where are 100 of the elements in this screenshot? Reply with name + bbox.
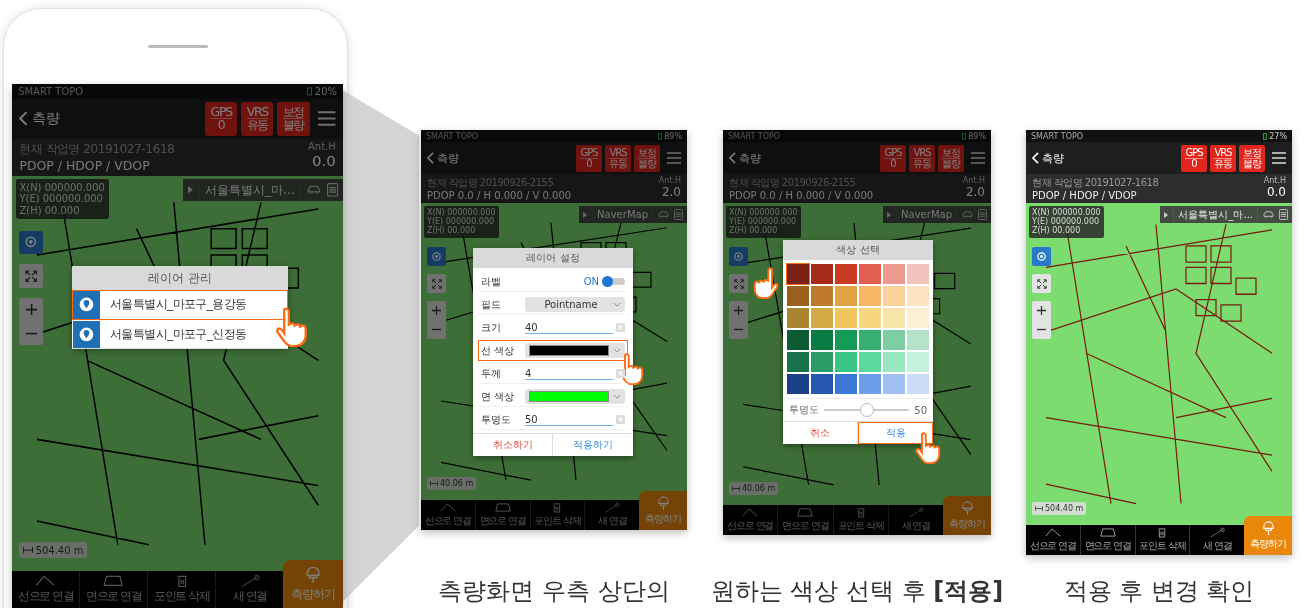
- color-swatch[interactable]: [907, 352, 929, 372]
- color-swatch[interactable]: [787, 286, 809, 306]
- color-swatch[interactable]: [811, 308, 833, 328]
- apply-button[interactable]: 적용: [858, 422, 933, 444]
- locate-button[interactable]: [427, 247, 446, 266]
- apply-button[interactable]: 적용하기: [553, 434, 633, 456]
- color-swatch[interactable]: [835, 308, 857, 328]
- color-swatch[interactable]: [883, 374, 905, 394]
- list-icon[interactable]: [674, 209, 683, 220]
- color-swatch[interactable]: [883, 352, 905, 372]
- color-swatch[interactable]: [883, 330, 905, 350]
- layer-item[interactable]: 서울특별시_마포구_용강동: [71, 290, 289, 320]
- color-swatch[interactable]: [811, 264, 833, 284]
- dropdown[interactable]: Pointname: [525, 297, 625, 312]
- clear-icon[interactable]: [616, 323, 625, 332]
- layer-bar[interactable]: 서울특별시_마...: [182, 179, 344, 201]
- slider-thumb[interactable]: [859, 403, 874, 417]
- tool-button[interactable]: 포인트 삭제: [148, 570, 217, 608]
- color-swatch[interactable]: [907, 286, 929, 306]
- color-swatch[interactable]: [787, 308, 809, 328]
- tool-button[interactable]: 포인트 삭제: [530, 500, 586, 530]
- color-swatch[interactable]: [811, 352, 833, 372]
- color-swatch[interactable]: [787, 330, 809, 350]
- layer-item[interactable]: 서울특별시_마포구_신정동: [71, 319, 289, 349]
- color-swatch[interactable]: [907, 308, 929, 328]
- color-swatch[interactable]: [859, 374, 881, 394]
- cancel-button[interactable]: 취소: [783, 422, 858, 444]
- toggle-switch[interactable]: [603, 278, 625, 285]
- car-icon[interactable]: [1263, 210, 1274, 219]
- layer-name[interactable]: NaverMap: [896, 209, 957, 220]
- color-swatch[interactable]: [907, 264, 929, 284]
- measure-button[interactable]: 측량하기: [283, 559, 344, 608]
- color-swatch[interactable]: [835, 286, 857, 306]
- color-swatch[interactable]: [787, 352, 809, 372]
- color-dropdown[interactable]: [525, 343, 625, 358]
- list-icon[interactable]: [327, 183, 339, 197]
- color-swatch[interactable]: [811, 374, 833, 394]
- locate-button[interactable]: [1032, 247, 1051, 266]
- layer-name[interactable]: 서울특별시_마...: [1173, 207, 1258, 222]
- car-icon[interactable]: [962, 210, 973, 219]
- color-swatch[interactable]: [883, 286, 905, 306]
- layer-name[interactable]: 서울특별시_마...: [198, 181, 301, 199]
- tool-button[interactable]: 선으로 연결: [723, 505, 779, 535]
- tool-button[interactable]: 면으로 연결: [1080, 525, 1136, 555]
- color-swatch[interactable]: [835, 352, 857, 372]
- color-dropdown[interactable]: [525, 389, 625, 404]
- color-swatch[interactable]: [787, 374, 809, 394]
- color-swatch[interactable]: [883, 264, 905, 284]
- color-swatch[interactable]: [859, 264, 881, 284]
- back-button[interactable]: 측량: [427, 150, 459, 166]
- color-swatch[interactable]: [859, 330, 881, 350]
- menu-icon[interactable]: [1272, 152, 1286, 164]
- input-field[interactable]: 4: [525, 367, 613, 380]
- tool-button[interactable]: 선으로 연결: [421, 500, 476, 530]
- menu-icon[interactable]: [318, 111, 336, 127]
- color-swatch[interactable]: [811, 330, 833, 350]
- tool-button[interactable]: 포인트 삭제: [1135, 525, 1191, 555]
- color-swatch[interactable]: [907, 374, 929, 394]
- tool-button[interactable]: 포인트 삭제: [833, 505, 889, 535]
- measure-button[interactable]: 측량하기: [943, 496, 991, 535]
- tool-button[interactable]: 새 연결: [888, 505, 943, 535]
- layer-bar[interactable]: 서울특별시_마...: [1160, 206, 1292, 223]
- tool-button[interactable]: 면으로 연결: [778, 505, 834, 535]
- layer-bar[interactable]: NaverMap: [883, 206, 991, 223]
- layer-bar[interactable]: NaverMap: [579, 206, 687, 223]
- locate-button[interactable]: [19, 230, 44, 255]
- cancel-button[interactable]: 취소하기: [473, 434, 553, 456]
- expand-button[interactable]: [1032, 274, 1051, 293]
- tool-button[interactable]: 선으로 연결: [1026, 525, 1081, 555]
- tool-button[interactable]: 새 연결: [585, 500, 639, 530]
- clear-icon[interactable]: [616, 369, 625, 378]
- tool-button[interactable]: 선으로 연결: [12, 570, 81, 608]
- color-swatch[interactable]: [859, 352, 881, 372]
- color-swatch[interactable]: [835, 264, 857, 284]
- color-swatch[interactable]: [883, 308, 905, 328]
- color-swatch[interactable]: [835, 374, 857, 394]
- measure-button[interactable]: 측량하기: [1244, 516, 1292, 555]
- color-swatch[interactable]: [859, 308, 881, 328]
- list-icon[interactable]: [978, 209, 987, 220]
- measure-button[interactable]: 측량하기: [639, 491, 687, 530]
- color-swatch[interactable]: [907, 330, 929, 350]
- color-swatch[interactable]: [787, 264, 809, 284]
- car-icon[interactable]: [307, 184, 321, 196]
- color-swatch[interactable]: [811, 286, 833, 306]
- car-icon[interactable]: [658, 210, 669, 219]
- back-button[interactable]: 측량: [1032, 150, 1064, 166]
- layer-name[interactable]: NaverMap: [592, 209, 653, 220]
- clear-icon[interactable]: [616, 415, 625, 424]
- tool-button[interactable]: 면으로 연결: [80, 570, 149, 608]
- locate-button[interactable]: [729, 247, 748, 266]
- tool-button[interactable]: 면으로 연결: [475, 500, 531, 530]
- list-icon[interactable]: [1279, 209, 1288, 220]
- input-field[interactable]: 40: [525, 321, 613, 334]
- tool-button[interactable]: 새 연결: [216, 570, 284, 608]
- input-field[interactable]: 50: [525, 413, 613, 426]
- tool-button[interactable]: 새 연결: [1190, 525, 1244, 555]
- color-swatch[interactable]: [859, 286, 881, 306]
- back-button[interactable]: 측량: [19, 109, 60, 128]
- color-swatch[interactable]: [835, 330, 857, 350]
- back-button[interactable]: 측량: [729, 150, 761, 166]
